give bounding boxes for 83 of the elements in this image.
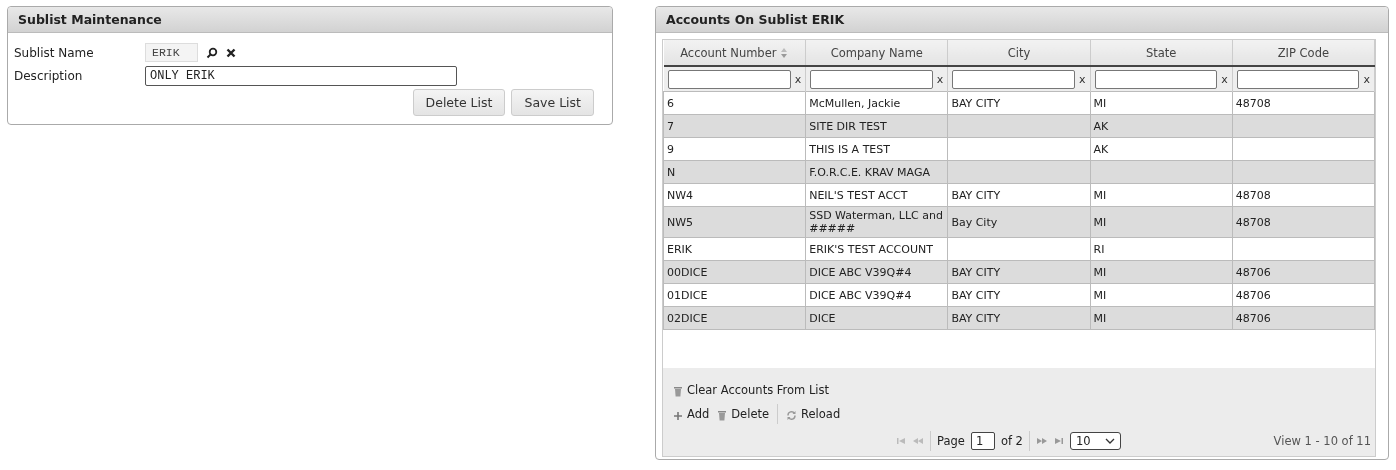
page-count: of 2 — [1000, 434, 1023, 448]
table-cell: MI — [1090, 206, 1233, 238]
table-cell: ERIK'S TEST ACCOUNT — [805, 237, 948, 261]
description-field[interactable]: ONLY ERIK — [145, 65, 457, 86]
table-cell: BAY CITY — [947, 183, 1091, 207]
column-header[interactable]: Account Number — [663, 40, 806, 66]
last-page-icon[interactable] — [1053, 437, 1064, 445]
form-button[interactable]: Delete List — [412, 89, 506, 116]
column-header[interactable]: Company Name — [805, 40, 948, 66]
table-cell: NW5 — [663, 206, 806, 238]
search-icon[interactable] — [206, 46, 218, 59]
table-cell: BAY CITY — [947, 283, 1091, 307]
toolbar-button[interactable]: Delete — [717, 407, 770, 421]
filter-clear[interactable]: x — [1221, 72, 1228, 86]
table-cell: DICE ABC V39Q#4 — [805, 260, 948, 284]
caret-icon — [1104, 438, 1115, 444]
table-cell: THIS IS A TEST — [805, 137, 948, 161]
form-button[interactable]: Save List — [511, 89, 594, 116]
clear-icon[interactable] — [226, 47, 236, 58]
table-cell: 6 — [663, 91, 806, 115]
column-header[interactable]: ZIP Code — [1232, 40, 1375, 66]
refresh-icon — [786, 410, 798, 421]
field-label: Sublist Name — [14, 45, 95, 60]
table-cell: NEIL'S TEST ACCT — [805, 183, 948, 207]
table-cell: 48708 — [1232, 91, 1375, 115]
field-label: Description — [14, 68, 84, 83]
table-cell: ERIK — [663, 237, 806, 261]
table-cell: SITE DIR TEST — [805, 114, 948, 138]
table-cell: Bay City — [947, 206, 1091, 238]
table-cell: 01DICE — [663, 283, 806, 307]
table-cell: AK — [1090, 114, 1233, 138]
sublist-name-field[interactable]: ERIK — [145, 43, 198, 62]
panel-title: Sublist Maintenance — [18, 12, 162, 27]
table-cell: 48708 — [1232, 183, 1375, 207]
plus-icon — [673, 410, 683, 421]
trash-icon — [717, 410, 728, 421]
record-summary: View 1 - 10 of 11 — [1273, 434, 1371, 448]
table-cell: F.O.R.C.E. KRAV MAGA — [805, 160, 948, 184]
filter-field[interactable] — [810, 69, 933, 89]
table-cell: DICE — [805, 306, 948, 330]
toolbar-button[interactable]: Add — [673, 407, 710, 421]
table-cell: N — [663, 160, 806, 184]
panel-title: Accounts On Sublist ERIK — [666, 12, 845, 27]
table-cell: RI — [1090, 237, 1233, 261]
table-cell: 48708 — [1232, 206, 1375, 238]
table-cell: MI — [1090, 306, 1233, 330]
table-cell: 7 — [663, 114, 806, 138]
table-cell: 48706 — [1232, 260, 1375, 284]
table-cell: 02DICE — [663, 306, 806, 330]
table-cell: MI — [1090, 183, 1233, 207]
column-header[interactable]: State — [1090, 40, 1233, 66]
filter-clear[interactable]: x — [1079, 72, 1086, 86]
filter-field[interactable] — [667, 69, 791, 89]
filter-clear[interactable]: x — [794, 72, 802, 86]
table-cell: NW4 — [663, 183, 806, 207]
table-cell: BAY CITY — [947, 91, 1091, 115]
filter-field[interactable] — [952, 69, 1076, 89]
filter-clear[interactable]: x — [1363, 72, 1370, 86]
filter-clear[interactable]: x — [936, 72, 944, 86]
trash-icon — [673, 386, 683, 397]
table-cell: 00DICE — [663, 260, 806, 284]
table-cell: DICE ABC V39Q#4 — [805, 283, 948, 307]
page-label: Page — [937, 434, 965, 448]
next-page-icon[interactable] — [1035, 437, 1048, 445]
table-cell: MI — [1090, 260, 1233, 284]
toolbar-button[interactable]: Reload — [786, 407, 841, 421]
table-cell: 48706 — [1232, 283, 1375, 307]
table-cell: 48706 — [1232, 306, 1375, 330]
clear-accounts-button[interactable]: Clear Accounts From List — [673, 383, 830, 397]
table-cell: BAY CITY — [947, 306, 1091, 330]
table-cell: AK — [1090, 137, 1233, 161]
table-cell: McMullen, Jackie — [805, 91, 948, 115]
sort-icon[interactable] — [780, 47, 789, 59]
filter-field[interactable] — [1236, 69, 1360, 89]
table-cell: 9 — [663, 137, 806, 161]
filter-field[interactable] — [1094, 69, 1218, 89]
column-header[interactable]: City — [947, 40, 1091, 66]
table-cell: MI — [1090, 283, 1233, 307]
table-cell: SSD Waterman, LLC and ##### — [805, 206, 948, 238]
table-cell: BAY CITY — [947, 260, 1091, 284]
page-size-select[interactable]: 10 — [1069, 432, 1121, 450]
page-field[interactable]: 1 — [970, 432, 995, 450]
table-cell: MI — [1090, 91, 1233, 115]
